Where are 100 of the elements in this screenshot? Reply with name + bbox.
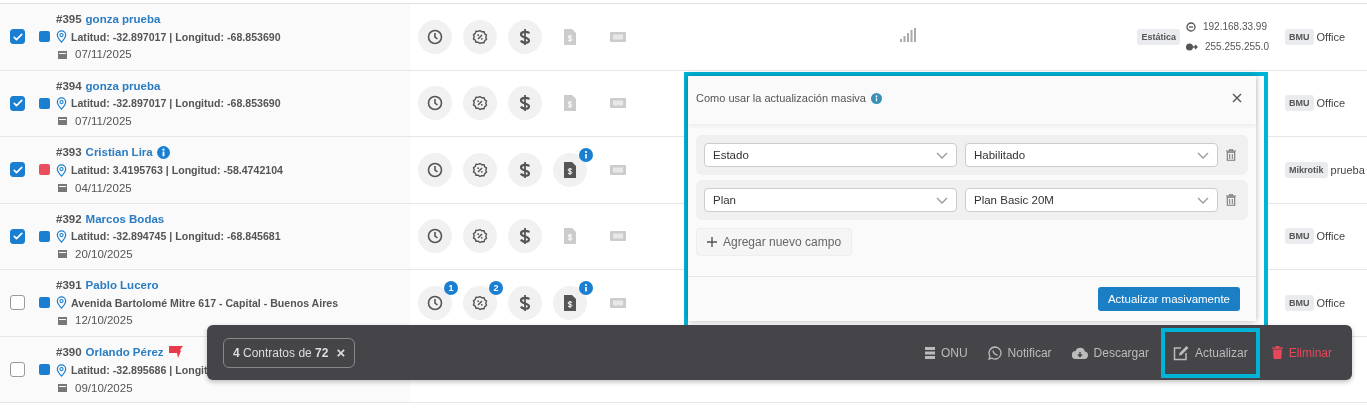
submit-button[interactable]: Actualizar masivamente bbox=[1097, 287, 1240, 311]
ip-type-tag: Estática bbox=[1137, 28, 1180, 45]
location-pin-icon bbox=[56, 229, 67, 243]
payment-button[interactable] bbox=[508, 19, 542, 54]
percent-badge-icon bbox=[472, 161, 488, 178]
brand-tag: BMU bbox=[1285, 228, 1314, 245]
location-text: Latitud: -32.897017 | Longitud: -68.853690 bbox=[71, 97, 281, 110]
invoice-button[interactable] bbox=[553, 152, 587, 187]
location-text: Latitud: 3.4195763 | Longitud: -58.4742104 bbox=[71, 164, 283, 177]
clock-icon bbox=[427, 28, 443, 45]
row-checkbox[interactable] bbox=[10, 361, 25, 377]
percent-badge-icon bbox=[472, 228, 488, 245]
field-select[interactable]: Plan bbox=[704, 188, 957, 212]
row-checkbox[interactable] bbox=[10, 162, 25, 178]
chat-phone-icon bbox=[987, 345, 1002, 360]
plus-icon bbox=[707, 237, 717, 247]
client-link[interactable]: gonza prueba bbox=[85, 79, 161, 92]
invoice-icon bbox=[564, 228, 576, 245]
discount-button[interactable] bbox=[463, 19, 497, 54]
close-icon[interactable] bbox=[1232, 93, 1242, 103]
schedule-button[interactable] bbox=[418, 285, 452, 320]
device-name: Office bbox=[1316, 230, 1346, 243]
field-select[interactable]: Estado bbox=[704, 143, 957, 167]
brand-tag: BMU bbox=[1285, 28, 1314, 45]
client-link[interactable]: Marcos Bodas bbox=[85, 212, 165, 225]
schedule-button[interactable] bbox=[418, 152, 452, 187]
device-name: Office bbox=[1316, 97, 1346, 110]
percent-badge-icon bbox=[472, 294, 488, 311]
schedule-button[interactable] bbox=[418, 86, 452, 121]
calendar-icon bbox=[58, 116, 67, 126]
trash-icon[interactable] bbox=[1226, 149, 1236, 161]
discount-button[interactable] bbox=[463, 285, 497, 320]
discount-button[interactable] bbox=[463, 86, 497, 121]
chevron-down-icon bbox=[1197, 151, 1209, 159]
client-link[interactable]: Cristian Lira bbox=[85, 146, 153, 159]
row-checkbox[interactable] bbox=[10, 29, 25, 45]
device-card-icon bbox=[610, 231, 626, 242]
payment-button[interactable] bbox=[508, 152, 542, 187]
client-link[interactable]: Pablo Lucero bbox=[85, 279, 159, 292]
calendar-icon bbox=[58, 249, 67, 259]
add-field-button[interactable]: Agregar nuevo campo bbox=[696, 228, 853, 256]
calendar-icon bbox=[58, 49, 67, 59]
trash-icon[interactable] bbox=[1226, 194, 1236, 206]
discount-button[interactable] bbox=[463, 152, 497, 187]
device-name: prueba bbox=[1330, 163, 1365, 176]
discount-button[interactable] bbox=[463, 219, 497, 254]
clear-selection-button[interactable]: × bbox=[336, 344, 346, 361]
contract-id: #395 bbox=[56, 13, 82, 26]
location-text: Avenida Bartolomé Mitre 617 - Capital - Buenos Aires bbox=[71, 296, 339, 309]
contract-id: #390 bbox=[56, 345, 82, 358]
payment-button[interactable] bbox=[508, 285, 542, 320]
date-text: 09/10/2025 bbox=[75, 381, 133, 394]
cloud-download-icon bbox=[1071, 346, 1088, 359]
invoice-button[interactable] bbox=[553, 285, 587, 320]
action-button[interactable]: ONU bbox=[916, 330, 976, 375]
action-button[interactable]: Notificar bbox=[979, 330, 1060, 375]
device-card-icon bbox=[610, 31, 626, 42]
row-checkbox[interactable] bbox=[10, 95, 25, 111]
invoice-icon bbox=[564, 95, 576, 112]
row-checkbox[interactable] bbox=[10, 228, 25, 244]
location-pin-icon bbox=[56, 30, 67, 44]
invoice-icon bbox=[564, 161, 576, 178]
calendar-icon bbox=[58, 383, 67, 393]
calendar-icon bbox=[58, 183, 67, 193]
location-pin-icon bbox=[56, 96, 67, 110]
percent-badge-icon bbox=[472, 28, 488, 45]
schedule-button[interactable] bbox=[418, 19, 452, 54]
location-text: Latitud: -32.894745 | Longitud: -68.845681 bbox=[71, 230, 281, 243]
payment-button[interactable] bbox=[508, 86, 542, 121]
date-text: 12/10/2025 bbox=[75, 314, 133, 327]
row-checkbox[interactable] bbox=[10, 295, 25, 311]
percent-badge-icon bbox=[472, 95, 488, 112]
client-link[interactable]: Orlando Pérez bbox=[85, 345, 164, 358]
contract-id: #391 bbox=[56, 279, 82, 292]
dollar-icon bbox=[519, 27, 531, 46]
chevron-down-icon bbox=[936, 151, 948, 159]
dollar-icon bbox=[519, 160, 531, 179]
client-link[interactable]: gonza prueba bbox=[85, 13, 161, 26]
action-button[interactable]: Descargar bbox=[1063, 330, 1157, 375]
contract-id: #392 bbox=[56, 212, 82, 225]
payment-button[interactable] bbox=[508, 219, 542, 254]
dollar-icon bbox=[519, 227, 531, 246]
count-badge: 2 bbox=[489, 280, 503, 295]
clock-icon bbox=[427, 95, 443, 112]
schedule-button[interactable] bbox=[418, 219, 452, 254]
value-select[interactable]: Plan Basic 20M bbox=[965, 188, 1218, 212]
info-icon[interactable] bbox=[870, 92, 882, 104]
date-text: 04/11/2025 bbox=[75, 181, 132, 194]
action-button[interactable]: Actualizar bbox=[1160, 327, 1260, 378]
panel-title: Como usar la actualización masiva bbox=[696, 92, 866, 104]
action-button[interactable]: Eliminar bbox=[1263, 330, 1340, 375]
date-text: 20/10/2025 bbox=[75, 247, 133, 260]
selection-count: 4 Contratos de 72 bbox=[233, 345, 329, 360]
value-select[interactable]: Habilitado bbox=[965, 143, 1218, 167]
device-name: Office bbox=[1316, 296, 1346, 309]
ip-address: 192.168.33.99 bbox=[1203, 21, 1267, 33]
location-text: Latitud: -32.895686 | Longit bbox=[71, 364, 208, 377]
date-text: 07/11/2025 bbox=[75, 114, 132, 127]
clock-icon bbox=[427, 161, 443, 178]
location-pin-icon bbox=[56, 163, 67, 177]
